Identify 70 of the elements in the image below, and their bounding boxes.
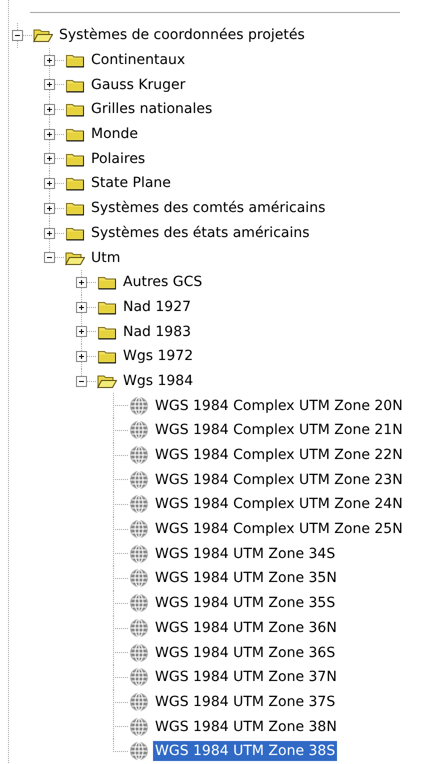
- tree-item-label[interactable]: WGS 1984 UTM Zone 35N: [153, 568, 339, 588]
- tree-item-label[interactable]: WGS 1984 UTM Zone 36N: [153, 618, 339, 638]
- folder-icon: [65, 175, 85, 192]
- tree-item-label[interactable]: WGS 1984 Complex UTM Zone 24N: [153, 494, 405, 514]
- globe-icon: [129, 420, 149, 440]
- globe-icon: [129, 470, 149, 490]
- tree-item-label[interactable]: Gauss Kruger: [89, 74, 188, 95]
- tree-item-label[interactable]: State Plane: [89, 173, 173, 194]
- tree-item-label[interactable]: Autres GCS: [121, 272, 204, 292]
- globe-icon: [129, 741, 149, 762]
- tree-item-label[interactable]: Monde: [89, 124, 140, 144]
- tree-item-label[interactable]: Nad 1927: [121, 296, 194, 317]
- tree-item-label[interactable]: Continentaux: [89, 50, 188, 70]
- folder-icon: [65, 101, 85, 118]
- tree-item-label[interactable]: WGS 1984 UTM Zone 37N: [153, 667, 339, 688]
- folder-icon: [97, 274, 117, 290]
- expand-button[interactable]: [44, 153, 55, 164]
- tree-item-label[interactable]: Wgs 1984: [121, 370, 196, 391]
- folder-icon: [97, 348, 117, 364]
- tree-item-label[interactable]: WGS 1984 Complex UTM Zone 23N: [153, 470, 405, 490]
- expand-button[interactable]: [44, 228, 55, 238]
- tree-item-label[interactable]: WGS 1984 UTM Zone 37S: [153, 692, 338, 712]
- globe-icon: [129, 568, 149, 588]
- folder-icon: [65, 126, 85, 142]
- open-folder-icon: [33, 27, 53, 44]
- tree-item-label[interactable]: Wgs 1972: [121, 346, 196, 366]
- tree-item-label[interactable]: Systèmes des comtés américains: [89, 198, 328, 218]
- expand-button[interactable]: [76, 326, 87, 338]
- tree-item-label[interactable]: WGS 1984 Complex UTM Zone 25N: [153, 519, 405, 540]
- expand-button[interactable]: [76, 350, 87, 362]
- expand-button[interactable]: [44, 79, 55, 90]
- tree-item-label[interactable]: WGS 1984 UTM Zone 36S: [153, 642, 338, 663]
- expand-button[interactable]: [76, 276, 87, 288]
- expand-button[interactable]: [76, 302, 87, 313]
- globe-icon: [129, 692, 149, 712]
- globe-icon: [129, 593, 149, 614]
- globe-icon: [129, 618, 149, 638]
- expand-button[interactable]: [44, 104, 55, 116]
- folder-icon: [65, 52, 85, 68]
- globe-icon: [129, 544, 149, 564]
- tree-item-label[interactable]: WGS 1984 UTM Zone 35S: [153, 593, 338, 614]
- tree-item-label[interactable]: Systèmes des états américains: [89, 222, 312, 243]
- expand-button[interactable]: [44, 128, 55, 140]
- open-folder-icon: [97, 372, 117, 389]
- globe-icon: [129, 642, 149, 663]
- tree-item-label[interactable]: WGS 1984 UTM Zone 38S: [153, 741, 338, 762]
- collapse-button[interactable]: [76, 376, 87, 387]
- tree-item-label[interactable]: Grilles nationales: [89, 99, 214, 120]
- expand-button[interactable]: [44, 202, 55, 214]
- globe-icon: [129, 494, 149, 514]
- collapse-button[interactable]: [44, 252, 55, 264]
- expand-button[interactable]: [44, 54, 55, 66]
- collapse-button[interactable]: [12, 30, 23, 41]
- globe-icon: [129, 445, 149, 466]
- tree-item-label[interactable]: WGS 1984 Complex UTM Zone 20N: [153, 396, 405, 416]
- tree-item-label[interactable]: WGS 1984 Complex UTM Zone 22N: [153, 445, 405, 466]
- globe-icon: [129, 667, 149, 688]
- tree-item-label[interactable]: WGS 1984 Complex UTM Zone 21N: [153, 420, 405, 440]
- tree-item-label[interactable]: Polaires: [89, 148, 148, 169]
- tree-item-label[interactable]: WGS 1984 UTM Zone 34S: [153, 544, 338, 564]
- open-folder-icon: [65, 250, 85, 266]
- tree-item-label[interactable]: Nad 1983: [121, 322, 194, 342]
- globe-icon: [129, 396, 149, 416]
- folder-icon: [65, 200, 85, 216]
- tree-item-label[interactable]: Utm: [89, 248, 122, 268]
- globe-icon: [129, 519, 149, 540]
- globe-icon: [129, 716, 149, 737]
- expand-button[interactable]: [44, 178, 55, 190]
- tree-item-label[interactable]: Systèmes de coordonnées projetés: [57, 25, 307, 46]
- tree-item-label[interactable]: WGS 1984 UTM Zone 38N: [153, 716, 339, 737]
